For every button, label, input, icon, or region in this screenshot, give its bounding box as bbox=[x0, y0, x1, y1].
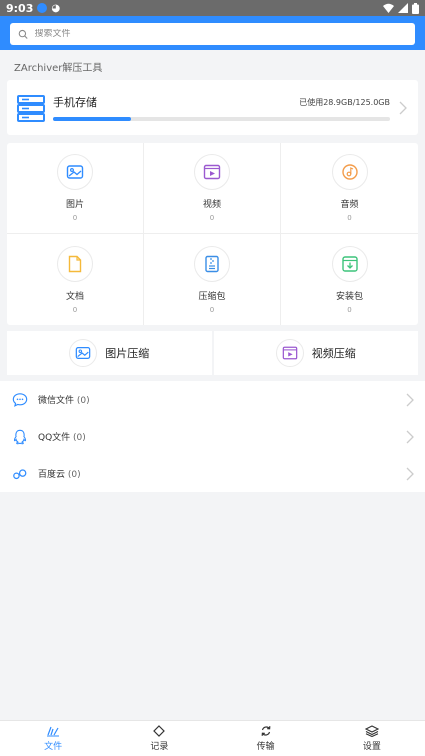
storage-usage: 已使用28.9GB/125.0GB bbox=[299, 97, 390, 107]
category-count: 0 bbox=[209, 214, 215, 222]
list-item-count: (0) bbox=[67, 470, 81, 480]
category-icon-wrap bbox=[331, 154, 368, 190]
category-videos[interactable]: 视频 0 bbox=[144, 143, 281, 234]
signal-icon bbox=[398, 3, 408, 13]
compress-label: 图片压缩 bbox=[105, 347, 150, 360]
category-label: 文档 bbox=[65, 291, 84, 302]
storage-name: 手机存储 bbox=[53, 96, 97, 109]
compress-label: 视频压缩 bbox=[311, 347, 356, 360]
list-item-qq[interactable]: QQ文件 (0) bbox=[0, 418, 425, 455]
list-item-baidu-cloud[interactable]: 百度云 (0) bbox=[0, 455, 425, 492]
compress-icon-wrap bbox=[275, 339, 304, 367]
battery-icon bbox=[412, 2, 419, 14]
tab-transfer[interactable]: 传输 bbox=[213, 721, 319, 756]
status-bar: 9:03 ◕ bbox=[0, 0, 425, 16]
category-images[interactable]: 图片 0 bbox=[7, 143, 144, 234]
category-icon-wrap bbox=[57, 154, 93, 190]
chevron-right-icon bbox=[406, 467, 414, 480]
list-item-text: 微信文件 (0) bbox=[38, 393, 397, 406]
search-bar[interactable] bbox=[10, 23, 415, 45]
notification-icon bbox=[37, 3, 48, 13]
category-documents[interactable]: 文档 0 bbox=[7, 234, 144, 325]
compress-row: 图片压缩 视频压缩 bbox=[7, 331, 418, 375]
tab-label: 传输 bbox=[256, 742, 275, 752]
storage-card[interactable]: 手机存储 已使用28.9GB/125.0GB bbox=[7, 80, 418, 135]
list-item-label: 百度云 bbox=[38, 470, 66, 480]
records-icon bbox=[153, 725, 166, 737]
list-item-text: QQ文件 (0) bbox=[38, 430, 397, 443]
list-item-count: (0) bbox=[76, 396, 90, 406]
category-count: 0 bbox=[72, 305, 78, 314]
category-icon-wrap bbox=[194, 245, 230, 282]
apk-icon bbox=[341, 255, 358, 272]
document-icon bbox=[68, 255, 82, 272]
category-grid: 图片 0 视频 0 音频 0 文档 0 压缩包 0 安装包 0 bbox=[7, 143, 418, 325]
wifi-icon bbox=[383, 3, 394, 13]
tab-label: 文件 bbox=[44, 742, 63, 752]
storage-progress-bar bbox=[53, 117, 390, 121]
settings-icon bbox=[364, 725, 379, 737]
image-compress-button[interactable]: 图片压缩 bbox=[7, 331, 212, 375]
baidu-cloud-icon bbox=[13, 468, 27, 479]
section-title: ZArchiver解压工具 bbox=[0, 50, 425, 80]
tab-settings[interactable]: 设置 bbox=[319, 721, 425, 756]
storage-icon bbox=[17, 94, 45, 122]
music-icon bbox=[341, 164, 358, 180]
chevron-right-icon bbox=[399, 101, 407, 114]
chevron-right-icon bbox=[406, 430, 414, 443]
search-input[interactable] bbox=[34, 29, 407, 39]
category-label: 压缩包 bbox=[198, 291, 226, 302]
list-item-label: 微信文件 bbox=[38, 396, 75, 406]
category-count: 0 bbox=[209, 305, 215, 314]
transfer-icon bbox=[261, 726, 271, 736]
tab-label: 设置 bbox=[362, 742, 381, 752]
category-icon-wrap bbox=[331, 245, 368, 282]
category-label: 安装包 bbox=[335, 291, 363, 302]
category-apks[interactable]: 安装包 0 bbox=[281, 234, 418, 325]
category-count: 0 bbox=[347, 305, 352, 314]
tab-label: 记录 bbox=[150, 742, 169, 752]
image-compress-icon bbox=[75, 347, 91, 359]
video-compress-button[interactable]: 视频压缩 bbox=[213, 331, 418, 375]
category-archives[interactable]: 压缩包 0 bbox=[144, 234, 281, 325]
category-label: 音频 bbox=[340, 200, 359, 210]
tab-files[interactable]: 文件 bbox=[0, 721, 106, 756]
compress-icon-wrap bbox=[69, 339, 98, 367]
category-label: 图片 bbox=[65, 200, 84, 210]
list-item-text: 百度云 (0) bbox=[38, 467, 397, 480]
category-count: 0 bbox=[72, 214, 78, 222]
tab-records[interactable]: 记录 bbox=[106, 721, 212, 756]
list-item-count: (0) bbox=[73, 433, 86, 443]
category-label: 视频 bbox=[202, 200, 221, 210]
qq-icon bbox=[13, 429, 27, 444]
chevron-right-icon bbox=[406, 393, 414, 406]
wechat-icon bbox=[12, 392, 28, 407]
category-icon-wrap bbox=[57, 245, 93, 282]
bottom-nav: 文件 记录 传输 设置 bbox=[0, 720, 425, 756]
video-compress-icon bbox=[282, 346, 298, 360]
image-icon bbox=[66, 165, 84, 179]
category-audio[interactable]: 音频 0 bbox=[281, 143, 418, 234]
category-count: 0 bbox=[347, 214, 352, 222]
status-time: 9:03 bbox=[6, 1, 34, 15]
storage-progress-fill bbox=[53, 117, 131, 121]
notification-secondary-icon: ◕ bbox=[51, 2, 61, 14]
source-list: 微信文件 (0) QQ文件 (0) 百度云 (0) bbox=[0, 381, 425, 492]
video-icon bbox=[203, 164, 221, 180]
list-item-label: QQ文件 bbox=[38, 433, 71, 443]
list-item-wechat[interactable]: 微信文件 (0) bbox=[0, 381, 425, 418]
files-icon bbox=[47, 726, 60, 737]
category-icon-wrap bbox=[194, 154, 230, 190]
archive-icon bbox=[205, 255, 219, 272]
header bbox=[0, 16, 425, 50]
storage-info: 手机存储 已使用28.9GB/125.0GB bbox=[53, 94, 390, 121]
search-icon bbox=[18, 29, 28, 39]
